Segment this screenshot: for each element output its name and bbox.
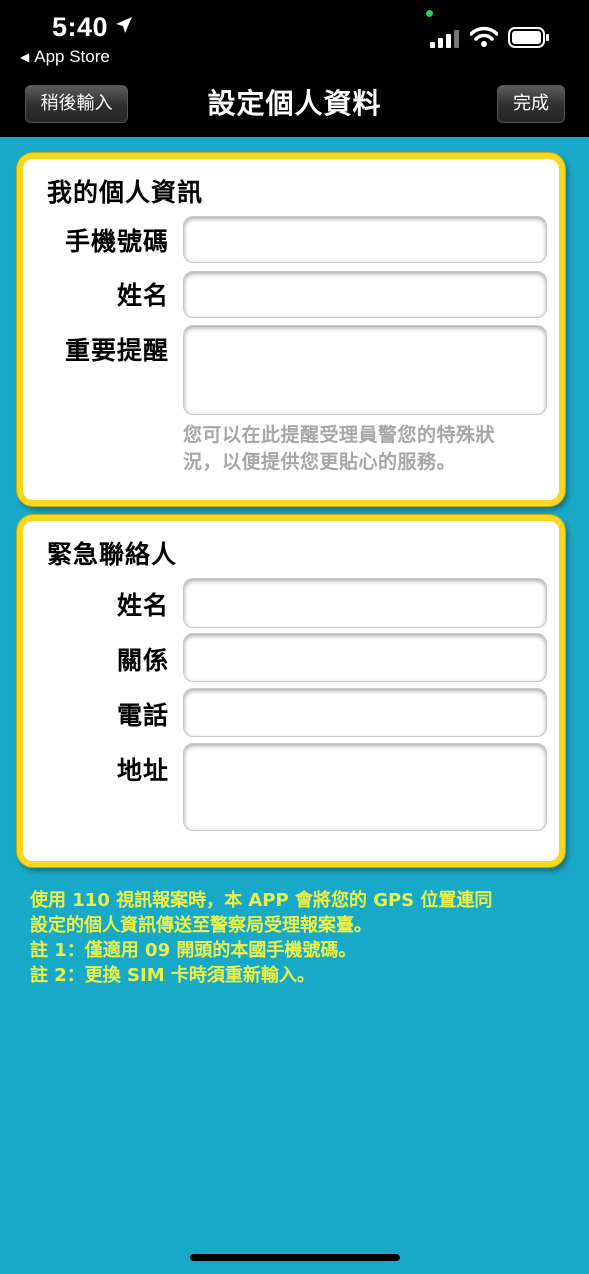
enter-later-button[interactable]: 稍後輸入 [25, 85, 128, 123]
name-label: 姓名 [116, 281, 169, 310]
wifi-icon [469, 26, 499, 52]
note-line-4: 註 2：更換 SIM 卡時須重新輸入。 [30, 965, 315, 986]
done-button[interactable]: 完成 [497, 85, 565, 123]
back-to-app-store-link[interactable]: ◀ App Store [20, 47, 110, 67]
home-indicator[interactable] [190, 1254, 400, 1261]
location-arrow-icon [114, 15, 134, 39]
back-link-label: App Store [34, 47, 110, 66]
address-label: 地址 [116, 756, 169, 785]
phone-field[interactable] [183, 216, 547, 263]
phone-label: 手機號碼 [64, 227, 169, 256]
hint-line-2: 況，以便提供您更貼心的服務。 [183, 451, 457, 473]
contact-phone-field[interactable] [183, 688, 547, 737]
personal-info-card: 我的個人資訊 手機號碼 姓名 重要提醒 您可以在此提醒受理員警您的特殊狀 況，以… [17, 153, 565, 506]
reminder-field[interactable] [183, 325, 547, 415]
note-line-2: 設定的個人資訊傳送至警察局受理報案臺。 [30, 915, 372, 936]
status-time: 5:40 [52, 12, 109, 42]
relation-label: 關係 [116, 646, 169, 675]
emergency-contact-card: 緊急聯絡人 姓名 關係 電話 地址 [17, 515, 565, 867]
emergency-contact-title: 緊急聯絡人 [47, 540, 178, 569]
hint-line-1: 您可以在此提醒受理員警您的特殊狀 [183, 424, 496, 446]
address-field[interactable] [183, 743, 547, 831]
reminder-hint: 您可以在此提醒受理員警您的特殊狀 況，以便提供您更貼心的服務。 [183, 422, 553, 476]
personal-info-title: 我的個人資訊 [47, 178, 204, 207]
note-line-3: 註 1：僅適用 09 開頭的本國手機號碼。 [30, 940, 357, 961]
back-triangle-icon: ◀ [20, 50, 30, 64]
relation-field[interactable] [183, 633, 547, 682]
cellular-signal-icon [430, 29, 460, 53]
contact-name-label: 姓名 [116, 591, 169, 620]
name-field[interactable] [183, 271, 547, 318]
status-bar: 5:40 ◀ App Store [0, 0, 589, 80]
camera-indicator-dot [426, 10, 433, 17]
navigation-bar: 設定個人資料 稍後輸入 完成 [0, 80, 589, 137]
battery-icon [508, 27, 550, 53]
contact-phone-label: 電話 [116, 701, 169, 730]
info-notes: 使用 110 視訊報案時，本 APP 會將您的 GPS 位置連同 設定的個人資訊… [30, 888, 570, 988]
reminder-label: 重要提醒 [64, 336, 169, 365]
contact-name-field[interactable] [183, 578, 547, 628]
note-line-1: 使用 110 視訊報案時，本 APP 會將您的 GPS 位置連同 [30, 890, 493, 911]
